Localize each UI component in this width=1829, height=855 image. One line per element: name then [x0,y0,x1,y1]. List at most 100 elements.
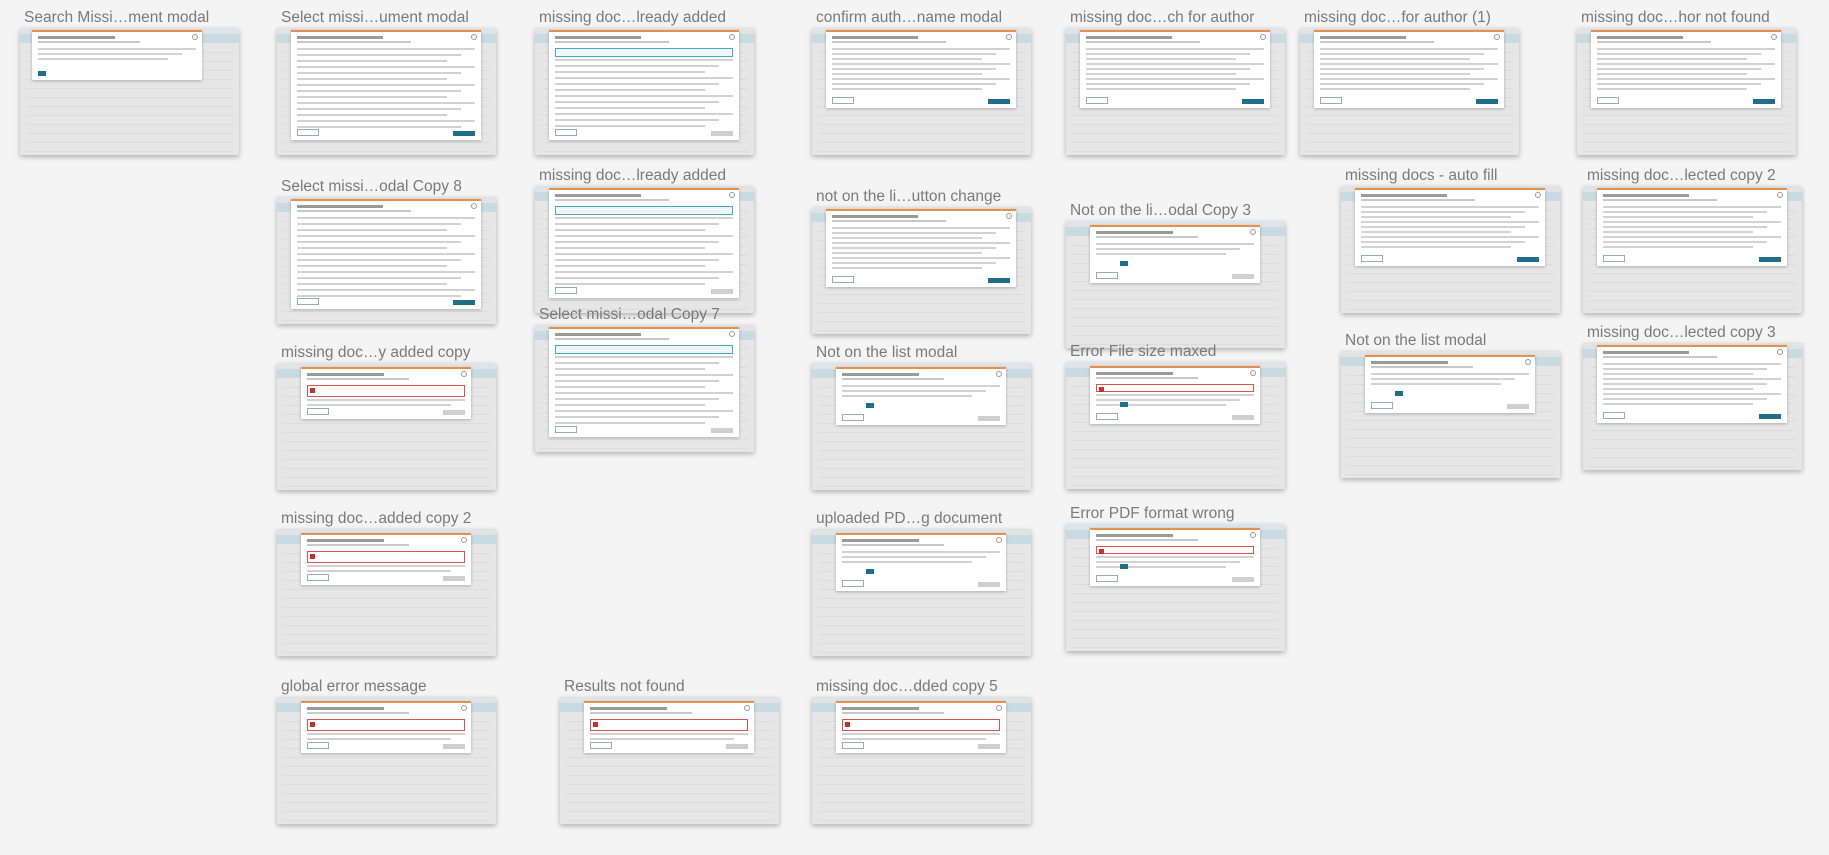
back-button[interactable] [1371,402,1393,409]
artboard[interactable]: Select missi…odal Copy 8 [277,178,496,324]
back-button[interactable] [297,298,319,305]
artboard-thumbnail[interactable] [1341,351,1560,478]
artboard-thumbnail[interactable] [1066,221,1285,348]
back-button[interactable] [297,129,319,136]
close-icon[interactable] [471,34,477,40]
artboard-thumbnail[interactable] [1066,362,1285,489]
artboard-title[interactable]: Select missi…ument modal [281,9,469,27]
artboard-title[interactable]: Select missi…odal Copy 7 [539,306,720,324]
close-icon[interactable] [1006,213,1012,219]
artboard[interactable]: missing doc…added copy 2 [277,510,496,656]
confirm-button-disabled[interactable] [443,744,465,749]
browse-button[interactable] [866,403,874,408]
confirm-button-disabled[interactable] [711,131,733,136]
close-icon[interactable] [1771,34,1777,40]
back-button[interactable] [307,574,329,581]
confirm-button[interactable] [453,300,475,305]
close-icon[interactable] [1250,532,1256,538]
back-button[interactable] [555,129,577,136]
browse-button[interactable] [866,569,874,574]
artboard-title[interactable]: missing doc…lected copy 3 [1587,324,1776,342]
artboard[interactable]: missing doc…hor not found [1577,9,1796,155]
artboard-title[interactable]: missing doc…lready added [539,167,726,185]
artboard-thumbnail[interactable] [1341,186,1560,313]
close-icon[interactable] [461,371,467,377]
confirm-button-disabled[interactable] [978,416,1000,421]
back-button[interactable] [1320,97,1342,104]
close-icon[interactable] [1006,34,1012,40]
artboard[interactable]: Not on the li…odal Copy 3 [1066,202,1285,348]
artboard-title[interactable]: Results not found [564,678,685,696]
browse-button[interactable] [1395,391,1403,396]
artboard-title[interactable]: missing doc…y added copy [281,344,471,362]
back-button[interactable] [1086,97,1108,104]
confirm-button-disabled[interactable] [1232,274,1254,279]
close-icon[interactable] [729,331,735,337]
artboard-title[interactable]: confirm auth…name modal [816,9,1002,27]
artboard[interactable]: missing docs - auto fill [1341,167,1560,313]
browse-button[interactable] [1120,564,1128,569]
back-button[interactable] [842,580,864,587]
artboard-title[interactable]: uploaded PD…g document [816,510,1002,528]
artboard-thumbnail[interactable] [277,28,496,155]
artboard[interactable]: Search Missi…ment modal [20,9,239,155]
close-icon[interactable] [1250,229,1256,235]
confirm-button[interactable] [1476,99,1498,104]
close-icon[interactable] [744,705,750,711]
back-button[interactable] [832,276,854,283]
search-button[interactable] [38,71,46,76]
artboard-thumbnail[interactable] [812,697,1031,824]
artboard-title[interactable]: Error File size maxed [1070,343,1216,361]
artboard[interactable]: missing doc…lready added [535,9,754,155]
artboard-thumbnail[interactable] [535,186,754,313]
back-button[interactable] [1603,255,1625,262]
artboard[interactable]: missing doc…ch for author [1066,9,1285,155]
close-icon[interactable] [1250,370,1256,376]
artboard[interactable]: missing doc…y added copy [277,344,496,490]
back-button[interactable] [842,742,864,749]
back-button[interactable] [307,408,329,415]
artboard-thumbnail[interactable] [812,207,1031,334]
artboard[interactable]: confirm auth…name modal [812,9,1031,155]
artboard-title[interactable]: missing doc…for author (1) [1304,9,1491,27]
artboard-thumbnail[interactable] [1577,28,1796,155]
close-icon[interactable] [471,203,477,209]
close-icon[interactable] [996,705,1002,711]
artboard-title[interactable]: Not on the li…odal Copy 3 [1070,202,1251,220]
back-button[interactable] [1096,272,1118,279]
artboard[interactable]: Not on the list modal [1341,332,1560,478]
close-icon[interactable] [461,705,467,711]
artboard[interactable]: missing doc…lready added [535,167,754,313]
browse-button[interactable] [1120,402,1128,407]
confirm-button-disabled[interactable] [978,582,1000,587]
artboard-title[interactable]: Not on the list modal [1345,332,1486,350]
confirm-button-disabled[interactable] [443,410,465,415]
confirm-button[interactable] [988,99,1010,104]
back-button[interactable] [1597,97,1619,104]
confirm-button[interactable] [1242,99,1264,104]
artboard-title[interactable]: global error message [281,678,427,696]
back-button[interactable] [842,414,864,421]
artboard-title[interactable]: missing doc…added copy 2 [281,510,471,528]
artboard[interactable]: Results not found [560,678,779,824]
artboard-thumbnail[interactable] [812,363,1031,490]
artboard-title[interactable]: missing doc…lected copy 2 [1587,167,1776,185]
confirm-button-disabled[interactable] [1232,577,1254,582]
confirm-button[interactable] [1753,99,1775,104]
back-button[interactable] [1361,255,1383,262]
artboard[interactable]: missing doc…dded copy 5 [812,678,1031,824]
artboard-title[interactable]: Select missi…odal Copy 8 [281,178,462,196]
close-icon[interactable] [1494,34,1500,40]
confirm-button[interactable] [988,278,1010,283]
close-icon[interactable] [1260,34,1266,40]
artboard-title[interactable]: missing doc…hor not found [1581,9,1770,27]
back-button[interactable] [555,287,577,294]
artboard-thumbnail[interactable] [535,28,754,155]
artboard[interactable]: Error PDF format wrong [1066,505,1285,651]
confirm-button[interactable] [1759,257,1781,262]
artboard-thumbnail[interactable] [535,325,754,452]
artboard-thumbnail[interactable] [812,28,1031,155]
artboard[interactable]: global error message [277,678,496,824]
close-icon[interactable] [729,192,735,198]
artboard-thumbnail[interactable] [1066,28,1285,155]
